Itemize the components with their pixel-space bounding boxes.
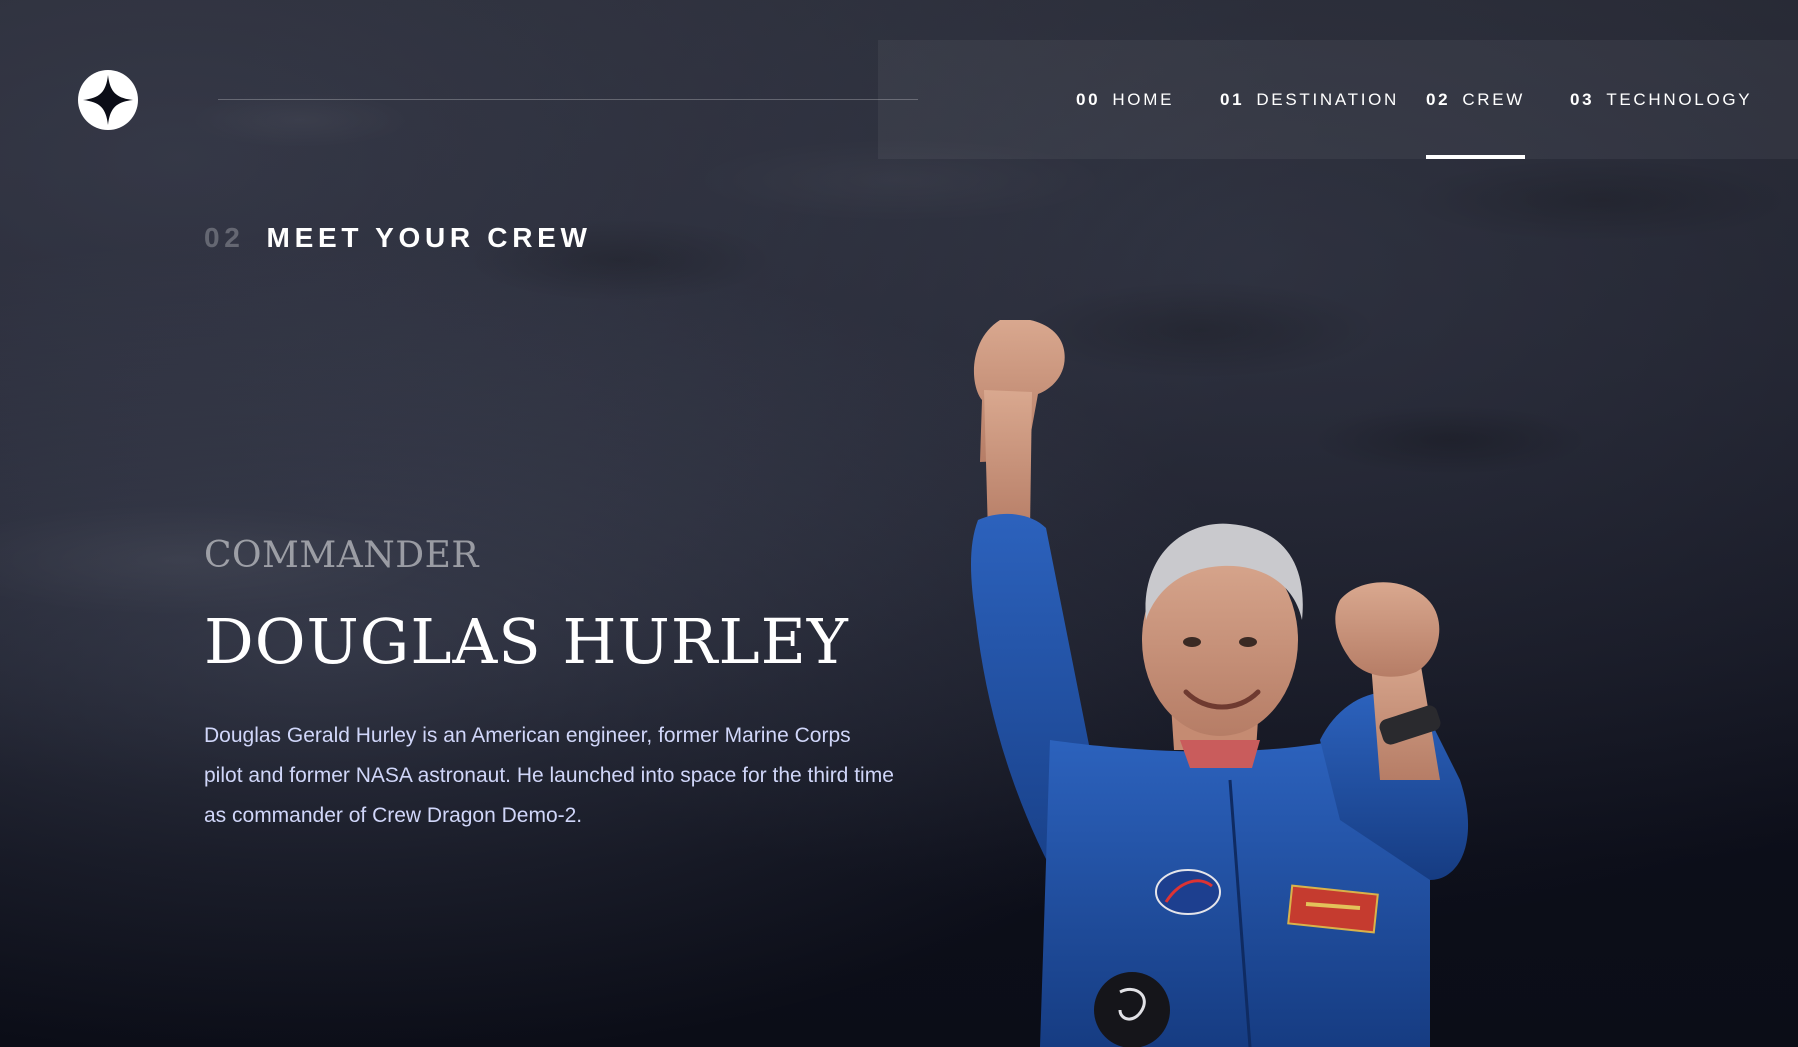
nav-item-crew[interactable]: 02 CREW: [1426, 40, 1526, 159]
nav-item-number: 02: [1426, 89, 1451, 109]
nav-item-number: 01: [1220, 89, 1245, 109]
nav-item-label: DESTINATION: [1256, 89, 1400, 109]
star-logo-icon[interactable]: [78, 70, 138, 130]
nav-item-number: 00: [1076, 89, 1101, 109]
nav-item-label: HOME: [1112, 89, 1175, 109]
nav-item-number: 03: [1570, 89, 1595, 109]
nav-item-destination[interactable]: 01 DESTINATION: [1220, 40, 1399, 159]
astronaut-portrait: [971, 320, 1469, 1047]
header-divider: [218, 99, 918, 100]
page-title-number: 02: [204, 222, 245, 253]
crew-role: COMMANDER: [204, 535, 480, 576]
nav-item-technology[interactable]: 03 TECHNOLOGY: [1570, 40, 1752, 159]
page-title: 02 MEET YOUR CREW: [204, 222, 592, 254]
crew-name: DOUGLAS HURLEY: [204, 605, 849, 678]
crew-bio: Douglas Gerald Hurley is an American eng…: [204, 724, 894, 827]
nav-item-label: CREW: [1462, 89, 1526, 109]
page-title-text: MEET YOUR CREW: [266, 222, 592, 253]
main-nav: 00 HOME 01 DESTINATION 02 CREW 03 TECHNO…: [878, 40, 1798, 159]
nav-item-label: TECHNOLOGY: [1606, 89, 1753, 109]
nav-item-home[interactable]: 00 HOME: [1076, 40, 1174, 159]
crew-page: 00 HOME 01 DESTINATION 02 CREW 03 TECHNO…: [0, 0, 1798, 1047]
